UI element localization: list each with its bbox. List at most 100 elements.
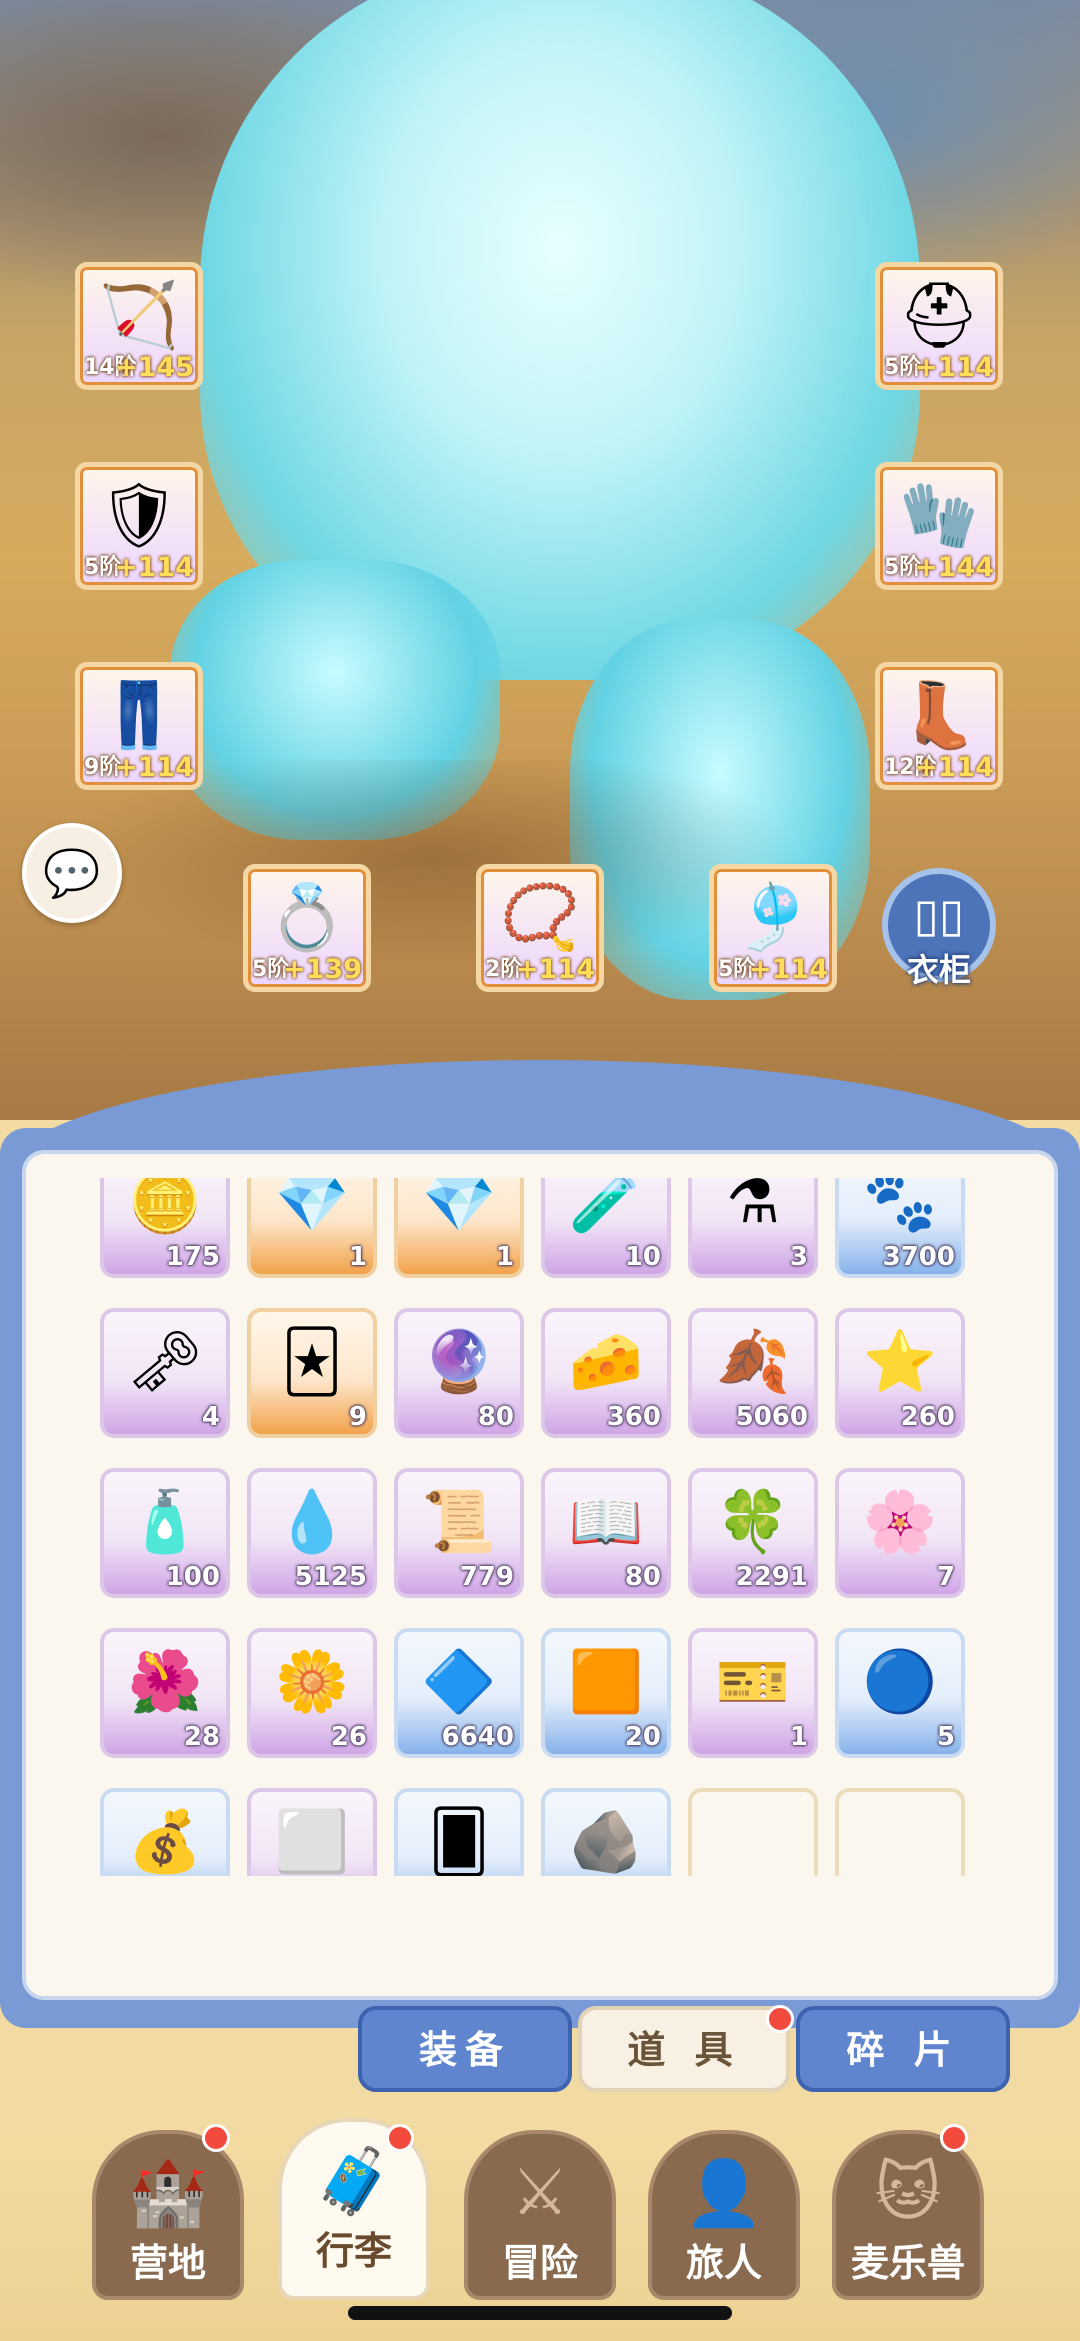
inventory-item[interactable]: 🔵 5 [835, 1628, 965, 1758]
item-icon: 📖 [568, 1487, 644, 1557]
item-icon: 💎 [274, 1178, 350, 1237]
inventory-item[interactable]: 🔷 6640 [394, 1628, 524, 1758]
inventory-item[interactable]: 🍀 2291 [688, 1468, 818, 1598]
crossed-swords-icon: ⚔ [511, 2156, 569, 2230]
equipment-slot-necklace[interactable]: 📿 2阶 +114 [476, 864, 604, 992]
inventory-item[interactable]: 🌼 26 [247, 1628, 377, 1758]
inventory-item[interactable]: 🪨 [541, 1788, 671, 1876]
item-icon: 💎 [421, 1178, 497, 1237]
nav-pets[interactable]: 🐱 麦乐兽 [832, 2130, 984, 2300]
item-icon: 🃏 [281, 1327, 343, 1397]
item-quantity: 5060 [735, 1402, 808, 1432]
equipment-slot-gauntlet[interactable]: 🧤 5阶 +144 [875, 462, 1003, 590]
nav-label: 冒险 [501, 2241, 578, 2285]
boots-icon: 👢 [899, 679, 979, 753]
item-quantity: 7 [936, 1562, 955, 1592]
item-quantity: 3700 [882, 1242, 955, 1272]
equipment-slot-helmet[interactable]: ⛑ 5阶 +114 [875, 262, 1003, 390]
item-quantity: 5 [936, 1722, 955, 1752]
inventory-item[interactable]: 📖 80 [541, 1468, 671, 1598]
inventory-item[interactable]: 💰 [100, 1788, 230, 1876]
inventory-item[interactable]: 🧴 100 [100, 1468, 230, 1598]
item-icon: 🔮 [421, 1327, 497, 1397]
equipment-slot-earring[interactable]: 🎐 5阶 +114 [709, 864, 837, 992]
inventory-item[interactable]: 🧪 10 [541, 1178, 671, 1278]
item-quantity: 260 [900, 1402, 955, 1432]
inventory-item[interactable]: 🎫 1 [688, 1628, 818, 1758]
item-icon: 🂠 [428, 1807, 490, 1876]
item-quantity: 9 [348, 1402, 367, 1432]
inventory-item[interactable]: 🍂 5060 [688, 1308, 818, 1438]
nav-travelers[interactable]: 👤 旅人 [648, 2130, 800, 2300]
slot-bonus: +114 [915, 352, 994, 383]
item-quantity: 1 [789, 1722, 808, 1752]
inventory-item[interactable]: ⚗ 3 [688, 1178, 818, 1278]
home-indicator[interactable] [348, 2306, 732, 2320]
bow-icon: 🏹 [99, 279, 179, 353]
cat-icon: 🐱 [874, 2156, 942, 2230]
slot-bonus: +114 [115, 752, 194, 783]
item-icon: 💰 [127, 1807, 203, 1876]
inventory-item[interactable]: 💎 1 [247, 1178, 377, 1278]
inventory-item[interactable]: 💎 1 [394, 1178, 524, 1278]
notification-badge [940, 2124, 968, 2152]
item-icon: 🪨 [568, 1807, 644, 1876]
nav-label: 麦乐兽 [850, 2241, 965, 2285]
item-icon: 🟧 [568, 1647, 644, 1717]
equipment-slot-bow[interactable]: 🏹 14阶 +145 [75, 262, 203, 390]
inventory-item[interactable]: 🐾 3700 [835, 1178, 965, 1278]
inventory-item[interactable]: 🃏 9 [247, 1308, 377, 1438]
tab-items[interactable]: 道 具 [578, 2006, 790, 2092]
inventory-item[interactable]: ⬜ [247, 1788, 377, 1876]
helmet-icon: ⛑ [898, 279, 980, 353]
slot-bonus: +114 [915, 752, 994, 783]
person-icon: 👤 [684, 2157, 764, 2231]
inventory-item[interactable]: 🗝 4 [100, 1308, 230, 1438]
necklace-icon: 📿 [500, 881, 580, 955]
notification-badge [386, 2124, 414, 2152]
tab-fragments[interactable]: 碎 片 [796, 2006, 1010, 2092]
notification-badge [202, 2124, 230, 2152]
item-icon: 🎫 [715, 1647, 791, 1717]
item-quantity: 10 [624, 1242, 661, 1272]
inventory-item[interactable]: 🟧 20 [541, 1628, 671, 1758]
notification-badge [766, 2005, 794, 2033]
item-icon: 🧪 [568, 1178, 644, 1237]
item-quantity: 1 [495, 1242, 514, 1272]
item-quantity: 2291 [735, 1562, 808, 1592]
inventory-item[interactable]: 🔮 80 [394, 1308, 524, 1438]
item-quantity: 3 [789, 1242, 808, 1272]
slot-bonus: +144 [915, 552, 994, 583]
wardrobe-label: 衣柜 [906, 951, 971, 989]
equipment-slot-ring[interactable]: 💍 5阶 +139 [243, 864, 371, 992]
nav-adventure[interactable]: ⚔ 冒险 [464, 2130, 616, 2300]
nav-label: 行李 [315, 2229, 392, 2273]
inventory-item[interactable]: 🂠 [394, 1788, 524, 1876]
chat-button[interactable]: 💬 [22, 823, 122, 923]
equipment-slot-armor[interactable]: 🛡 5阶 +114 [75, 462, 203, 590]
item-icon: 💧 [274, 1487, 350, 1557]
item-quantity: 6640 [441, 1722, 514, 1752]
item-icon: 🌸 [862, 1487, 938, 1557]
item-grid-viewport[interactable]: 🪙 175 💎 1 💎 1 🧪 10 ⚗ 3 🐾 3700 🗝 4 🃏 9 🔮 80 🧀 360 🍂 5060 ⭐ 260 🧴 1… [100, 1178, 980, 1876]
pants-icon: 👖 [99, 679, 179, 753]
empty-item-slot [835, 1788, 965, 1876]
item-icon: 🔵 [862, 1647, 938, 1717]
castle-icon: 🏰 [128, 2157, 208, 2231]
inventory-item[interactable]: 📜 779 [394, 1468, 524, 1598]
item-quantity: 28 [183, 1722, 220, 1752]
item-icon: ⬜ [274, 1807, 350, 1876]
inventory-item[interactable]: 💧 5125 [247, 1468, 377, 1598]
tab-equipment[interactable]: 装备 [358, 2006, 572, 2092]
inventory-item[interactable]: 🌸 7 [835, 1468, 965, 1598]
item-quantity: 80 [477, 1402, 514, 1432]
item-icon: 🗝 [126, 1327, 204, 1397]
equipment-slot-pants[interactable]: 👖 9阶 +114 [75, 662, 203, 790]
nav-camp[interactable]: 🏰 营地 [92, 2130, 244, 2300]
equipment-slot-boots[interactable]: 👢 12阶 +114 [875, 662, 1003, 790]
inventory-item[interactable]: 🪙 175 [100, 1178, 230, 1278]
inventory-item[interactable]: 🌺 28 [100, 1628, 230, 1758]
inventory-item[interactable]: 🧀 360 [541, 1308, 671, 1438]
item-grid: 🪙 175 💎 1 💎 1 🧪 10 ⚗ 3 🐾 3700 🗝 4 🃏 9 🔮 80 🧀 360 🍂 5060 ⭐ 260 🧴 1… [100, 1178, 965, 1876]
inventory-item[interactable]: ⭐ 260 [835, 1308, 965, 1438]
